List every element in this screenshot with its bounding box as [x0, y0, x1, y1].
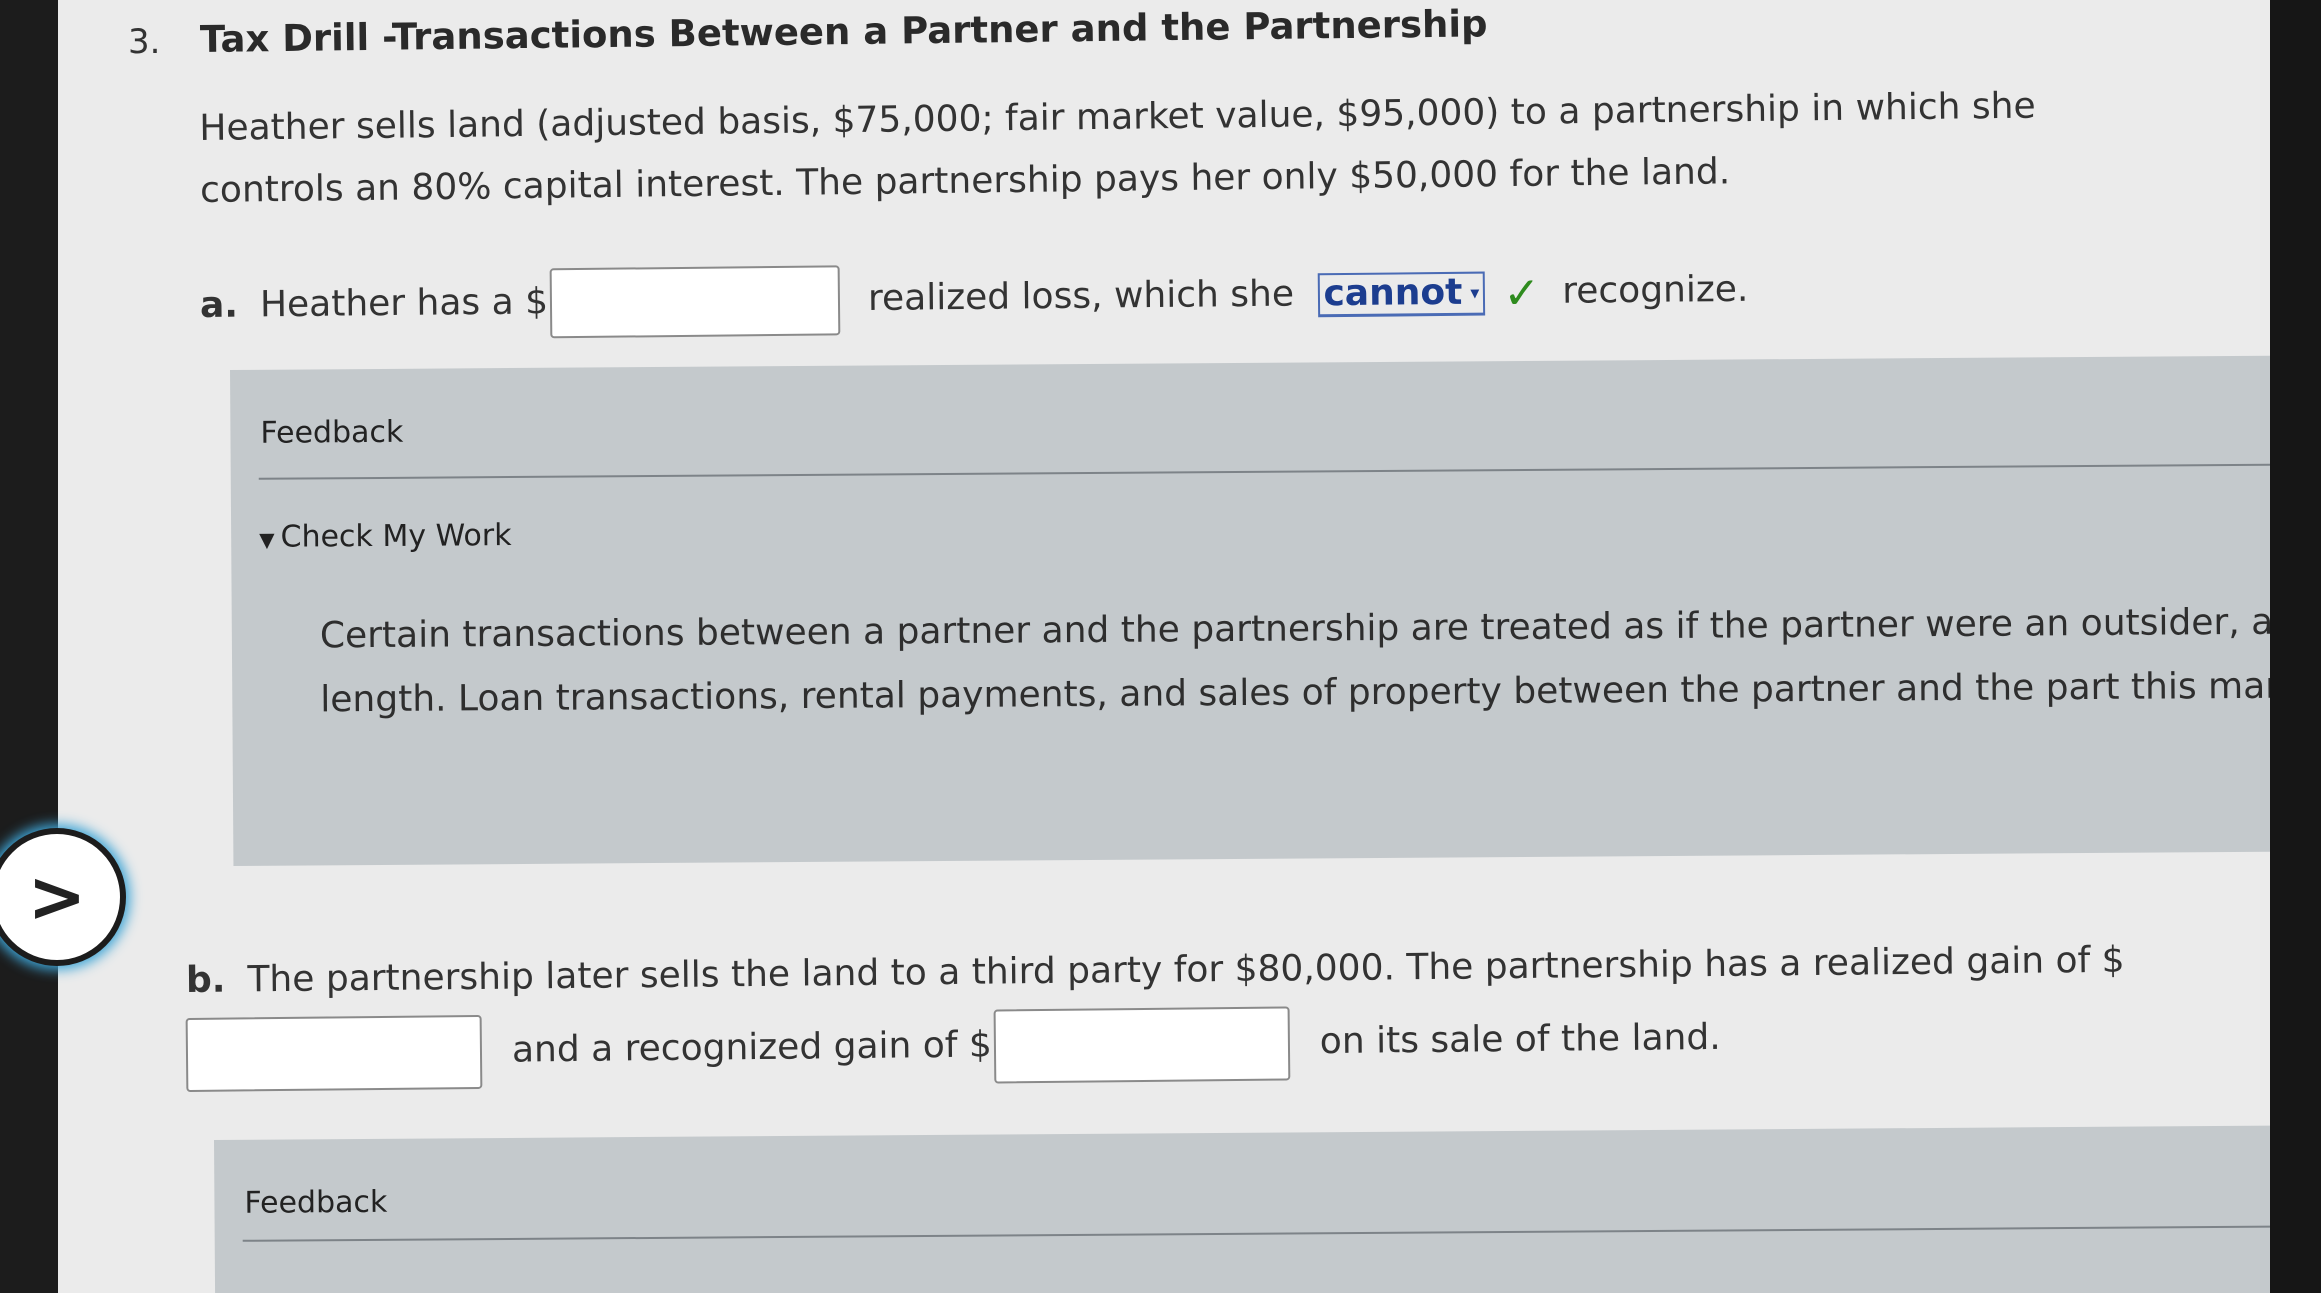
- part-b-text-2: and a recognized gain of $: [511, 1024, 993, 1071]
- feedback-title: Feedback: [260, 414, 404, 451]
- recognized-gain-input[interactable]: [993, 1006, 1291, 1084]
- question-intro: Heather sells land (adjusted basis, $75,…: [199, 85, 2036, 211]
- check-icon: ✓: [1503, 267, 1541, 319]
- question-number: 3.: [128, 22, 161, 62]
- part-a-label: a.: [199, 284, 239, 326]
- check-my-work-toggle[interactable]: ▼ Check My Work: [259, 518, 512, 555]
- feedback-divider: [258, 463, 2270, 480]
- part-b-label: b.: [185, 959, 226, 1001]
- realized-loss-input[interactable]: [549, 265, 841, 339]
- feedback-panel-a: Feedback ▼ Check My Work Certain transact…: [230, 355, 2270, 866]
- triangle-down-icon: ▼: [259, 527, 275, 552]
- realized-gain-input[interactable]: [185, 1014, 483, 1092]
- feedback-title-b: Feedback: [244, 1184, 388, 1221]
- question-title: Tax Drill -Transactions Between a Partne…: [199, 2, 1488, 61]
- part-b-row-2: and a recognized gain of $ on its sale of…: [185, 1002, 1721, 1092]
- feedback-explanation: Certain transactions between a partner a…: [319, 601, 2270, 721]
- part-b-text-1: The partnership later sells the land to …: [247, 939, 2125, 1001]
- screen-bezel: [2270, 0, 2321, 1293]
- part-b-text-3: on its sale of the land.: [1319, 1016, 1721, 1063]
- part-b-row-1: b. The partnership later sells the land t…: [186, 940, 2125, 1001]
- recognize-dropdown[interactable]: cannot ▾: [1317, 271, 1486, 318]
- part-a-text-middle: realized loss, which she: [867, 273, 1295, 320]
- feedback-divider-b: [242, 1225, 2270, 1242]
- part-a-row: a. Heather has a $ realized loss, which sh…: [200, 256, 1749, 342]
- feedback-panel-b: Feedback: [214, 1125, 2270, 1293]
- part-a-text-after: recognize.: [1562, 268, 1749, 312]
- check-my-work-label: Check My Work: [280, 518, 512, 555]
- chevron-right-icon: >: [27, 856, 87, 938]
- chevron-down-icon: ▾: [1470, 282, 1480, 304]
- question-screen: 3. Tax Drill -Transactions Between a Par…: [58, 0, 2270, 1293]
- part-a-text-before: Heather has a $: [259, 281, 549, 326]
- dropdown-value: cannot: [1323, 271, 1463, 315]
